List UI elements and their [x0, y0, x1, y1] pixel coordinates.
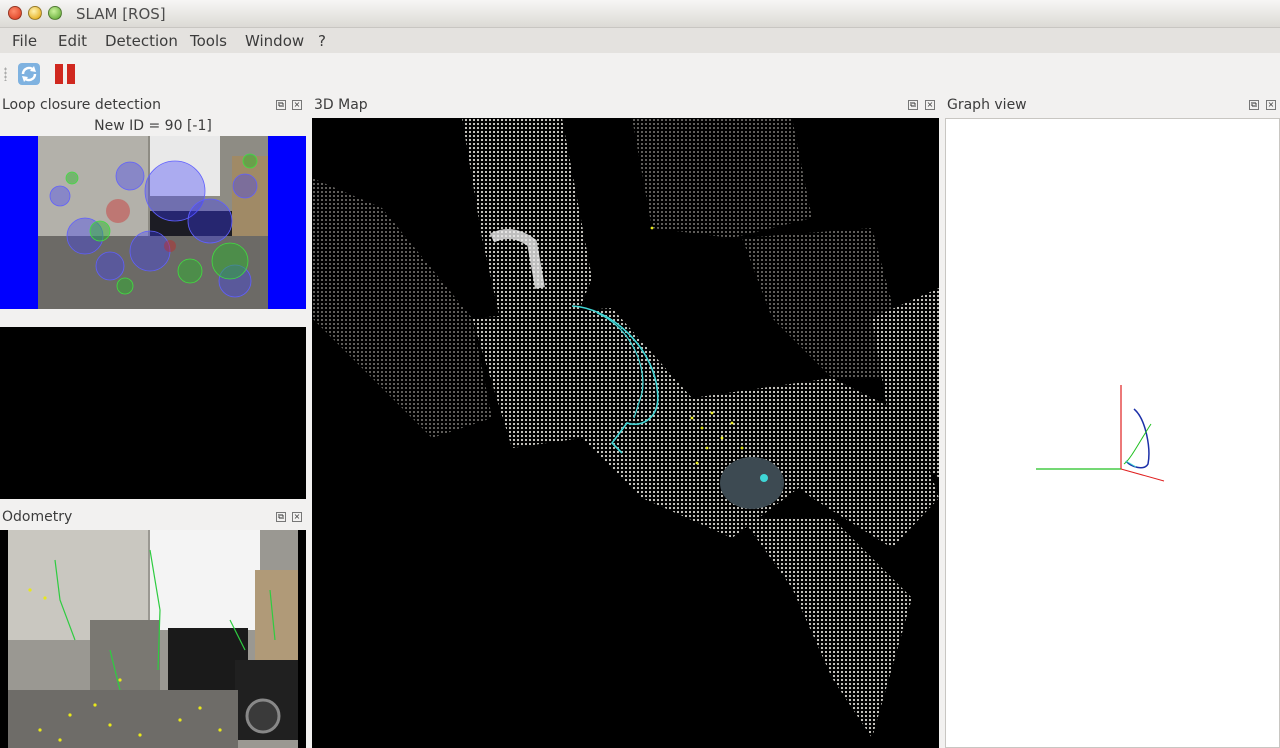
menu-detection[interactable]: Detection	[105, 32, 178, 50]
window-minimize-button[interactable]	[28, 6, 42, 20]
odometry-float-icon[interactable]: ⧉	[276, 512, 286, 522]
window-close-button[interactable]	[8, 6, 22, 20]
panel-title-graph-view: Graph view	[947, 97, 1027, 113]
menu-file[interactable]: File	[12, 32, 37, 50]
panel-title-3d-map: 3D Map	[314, 97, 368, 113]
odometry-close-icon[interactable]: ×	[292, 512, 302, 522]
menu-bar: File Edit Detection Tools Window ?	[0, 28, 1280, 53]
graph-close-icon[interactable]: ×	[1266, 100, 1276, 110]
map3d-close-icon[interactable]: ×	[925, 100, 935, 110]
menu-help[interactable]: ?	[318, 32, 326, 50]
menu-tools[interactable]: Tools	[190, 32, 227, 50]
loop-closure-float-icon[interactable]: ⧉	[276, 100, 286, 110]
graph-float-icon[interactable]: ⧉	[1249, 100, 1259, 110]
loop-closure-new-image	[0, 136, 306, 309]
toolbar-grip[interactable]	[4, 67, 7, 81]
menu-edit[interactable]: Edit	[58, 32, 87, 50]
loop-closure-loop-image	[0, 327, 306, 499]
menu-window[interactable]: Window	[245, 32, 304, 50]
graph-view[interactable]	[945, 118, 1280, 748]
window-title: SLAM [ROS]	[76, 5, 166, 23]
map3d-view[interactable]	[312, 118, 939, 748]
pause-icon[interactable]	[52, 61, 78, 87]
window-maximize-button[interactable]	[48, 6, 62, 20]
odometry-image	[0, 530, 306, 748]
toolbar	[0, 53, 1280, 95]
window-titlebar: SLAM [ROS]	[0, 0, 1280, 28]
panel-title-loop-closure: Loop closure detection	[2, 97, 161, 113]
map3d-float-icon[interactable]: ⧉	[908, 100, 918, 110]
refresh-icon[interactable]	[16, 61, 42, 87]
loop-closure-close-icon[interactable]: ×	[292, 100, 302, 110]
new-id-label: New ID = 90 [-1]	[94, 118, 212, 134]
panel-title-odometry: Odometry	[2, 509, 73, 525]
